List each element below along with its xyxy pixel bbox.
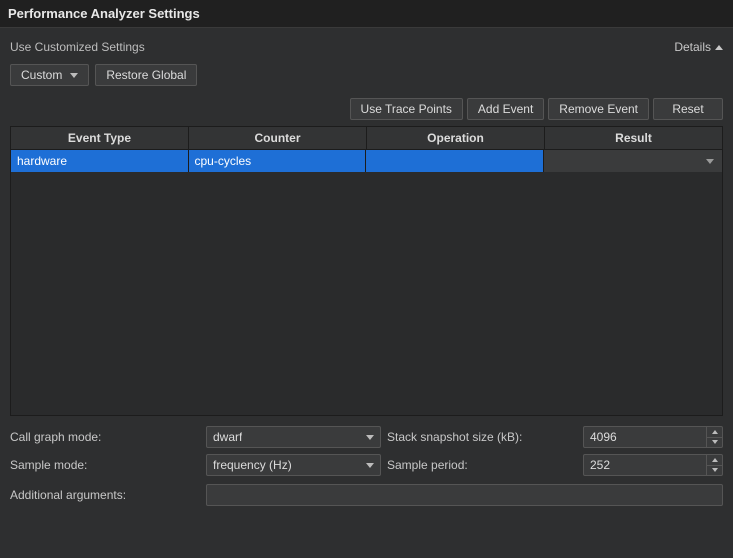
step-up-icon[interactable] [707, 455, 722, 466]
col-event-type[interactable]: Event Type [11, 127, 189, 149]
sample-period-input[interactable]: 252 [583, 454, 723, 476]
sample-mode-label: Sample mode: [10, 458, 200, 472]
table-body: hardware cpu-cycles [11, 150, 722, 415]
chevron-down-icon [706, 159, 714, 164]
reset-button[interactable]: Reset [653, 98, 723, 120]
events-table: Event Type Counter Operation Result hard… [10, 126, 723, 416]
preset-dropdown-label: Custom [21, 68, 62, 82]
chevron-down-icon [366, 435, 374, 440]
stack-snapshot-stepper[interactable] [706, 427, 722, 447]
col-operation[interactable]: Operation [367, 127, 545, 149]
restore-global-button[interactable]: Restore Global [95, 64, 197, 86]
page-title: Performance Analyzer Settings [0, 0, 733, 28]
cell-result-dropdown[interactable] [544, 150, 723, 172]
cell-event-type[interactable]: hardware [11, 150, 189, 172]
cell-counter[interactable]: cpu-cycles [189, 150, 367, 172]
stack-snapshot-label: Stack snapshot size (kB): [387, 430, 577, 444]
step-down-icon[interactable] [707, 438, 722, 448]
section-label: Use Customized Settings [10, 40, 145, 54]
sample-mode-select[interactable]: frequency (Hz) [206, 454, 381, 476]
call-graph-mode-label: Call graph mode: [10, 430, 200, 444]
remove-event-button[interactable]: Remove Event [548, 98, 649, 120]
step-up-icon[interactable] [707, 427, 722, 438]
sample-period-stepper[interactable] [706, 455, 722, 475]
chevron-down-icon [70, 73, 78, 78]
chevron-up-icon [715, 45, 723, 50]
col-result[interactable]: Result [545, 127, 722, 149]
details-label: Details [674, 40, 711, 54]
use-trace-points-button[interactable]: Use Trace Points [350, 98, 463, 120]
additional-args-input[interactable] [206, 484, 723, 506]
cell-operation[interactable] [366, 150, 544, 172]
sample-period-label: Sample period: [387, 458, 577, 472]
chevron-down-icon [366, 463, 374, 468]
add-event-button[interactable]: Add Event [467, 98, 544, 120]
step-down-icon[interactable] [707, 466, 722, 476]
additional-args-label: Additional arguments: [10, 488, 200, 502]
table-row[interactable]: hardware cpu-cycles [11, 150, 722, 172]
call-graph-mode-select[interactable]: dwarf [206, 426, 381, 448]
details-toggle[interactable]: Details [674, 40, 723, 54]
table-header-row: Event Type Counter Operation Result [11, 127, 722, 150]
preset-dropdown[interactable]: Custom [10, 64, 89, 86]
stack-snapshot-input[interactable]: 4096 [583, 426, 723, 448]
col-counter[interactable]: Counter [189, 127, 367, 149]
